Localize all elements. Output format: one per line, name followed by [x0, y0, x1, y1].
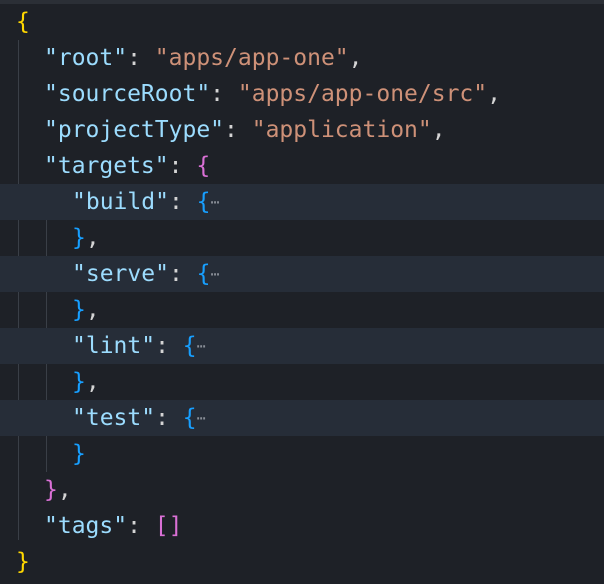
- colon: :: [127, 513, 155, 539]
- root-close-brace: }: [16, 549, 30, 575]
- targets-open-brace: {: [196, 153, 211, 179]
- json-key: "root": [44, 45, 128, 71]
- code-line-folded[interactable]: "build": {⋯: [0, 184, 604, 220]
- code-line[interactable]: "root": "apps/app-one",: [0, 40, 604, 76]
- code-line[interactable]: }: [0, 436, 604, 472]
- json-key: "test": [72, 405, 156, 431]
- json-key: "build": [72, 189, 169, 215]
- code-line-folded[interactable]: "test": {⋯: [0, 400, 604, 436]
- code-line[interactable]: "sourceRoot": "apps/app-one/src",: [0, 76, 604, 112]
- code-line[interactable]: },: [0, 292, 604, 328]
- close-brace: }: [72, 441, 86, 467]
- colon: :: [210, 81, 238, 107]
- code-line[interactable]: },: [0, 472, 604, 508]
- code-line[interactable]: },: [0, 220, 604, 256]
- comma: ,: [85, 297, 100, 323]
- colon: :: [127, 45, 155, 71]
- code-line-folded[interactable]: "serve": {⋯: [0, 256, 604, 292]
- comma: ,: [348, 45, 363, 71]
- comma: ,: [487, 81, 501, 107]
- folded-ellipsis-icon[interactable]: ⋯: [211, 193, 220, 211]
- comma: ,: [85, 369, 100, 395]
- code-line[interactable]: "targets": {: [0, 148, 604, 184]
- code-line[interactable]: },: [0, 364, 604, 400]
- open-brace: {: [182, 333, 197, 359]
- colon: :: [168, 189, 197, 215]
- root-open-brace: {: [16, 9, 30, 35]
- open-brace: {: [196, 261, 211, 287]
- comma: ,: [85, 225, 100, 251]
- json-string-value: "apps/app-one/src": [237, 81, 488, 107]
- json-key: "sourceRoot": [44, 81, 211, 107]
- json-key: "projectType": [44, 117, 225, 143]
- comma: ,: [57, 477, 72, 503]
- targets-close-brace: }: [44, 477, 58, 503]
- code-line[interactable]: "projectType": "application",: [0, 112, 604, 148]
- json-key: "targets": [44, 153, 169, 179]
- colon: :: [155, 333, 183, 359]
- open-brace: {: [182, 405, 197, 431]
- close-brace: }: [72, 225, 86, 251]
- close-brace: }: [72, 297, 86, 323]
- code-line[interactable]: {: [0, 4, 604, 40]
- open-brace: {: [196, 189, 211, 215]
- colon: :: [155, 405, 183, 431]
- folded-ellipsis-icon[interactable]: ⋯: [211, 265, 220, 283]
- colon: :: [168, 153, 197, 179]
- code-editor[interactable]: { "root": "apps/app-one", "sourceRoot": …: [0, 0, 604, 584]
- folded-ellipsis-icon[interactable]: ⋯: [197, 409, 206, 427]
- json-key: "tags": [44, 513, 128, 539]
- empty-array: []: [154, 513, 183, 539]
- json-key: "lint": [72, 333, 156, 359]
- colon: :: [224, 117, 252, 143]
- code-line-folded[interactable]: "lint": {⋯: [0, 328, 604, 364]
- code-line[interactable]: "tags": []: [0, 508, 604, 544]
- colon: :: [168, 261, 197, 287]
- code-line[interactable]: }: [0, 544, 604, 580]
- folded-ellipsis-icon[interactable]: ⋯: [197, 337, 206, 355]
- json-string-value: "application": [251, 117, 432, 143]
- close-brace: }: [72, 369, 86, 395]
- json-key: "serve": [72, 261, 169, 287]
- json-string-value: "apps/app-one": [154, 45, 349, 71]
- comma: ,: [431, 117, 446, 143]
